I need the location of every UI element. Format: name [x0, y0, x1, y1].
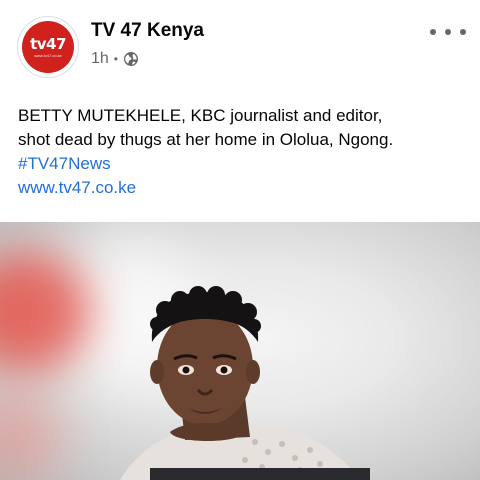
- logo-subtext: www.tv47.co.ke: [34, 52, 62, 58]
- post-photo[interactable]: [0, 222, 480, 480]
- more-options-icon[interactable]: [430, 22, 466, 42]
- post-time[interactable]: 1h: [91, 50, 109, 68]
- portrait-illustration: [120, 286, 370, 480]
- hashtag-link[interactable]: #TV47News: [18, 152, 468, 176]
- more-dot: [430, 29, 436, 35]
- logo-text: tv47: [30, 34, 66, 53]
- more-dot: [460, 29, 466, 35]
- post-text-line: BETTY MUTEKHELE, KBC journalist and edit…: [18, 106, 383, 125]
- website-link[interactable]: www.tv47.co.ke: [18, 176, 468, 200]
- globe-icon: [123, 51, 139, 67]
- post-text: BETTY MUTEKHELE, KBC journalist and edit…: [18, 104, 468, 200]
- post-header: tv47 www.tv47.co.ke TV 47 Kenya 1h •: [0, 0, 480, 90]
- page-name[interactable]: TV 47 Kenya: [91, 20, 204, 42]
- post-text-line: shot dead by thugs at her home in Ololua…: [18, 130, 394, 149]
- more-dot: [445, 29, 451, 35]
- post-meta: 1h •: [91, 50, 139, 68]
- meta-separator: •: [113, 52, 118, 66]
- page-avatar[interactable]: tv47 www.tv47.co.ke: [17, 16, 79, 78]
- tv47-logo: tv47 www.tv47.co.ke: [22, 21, 74, 73]
